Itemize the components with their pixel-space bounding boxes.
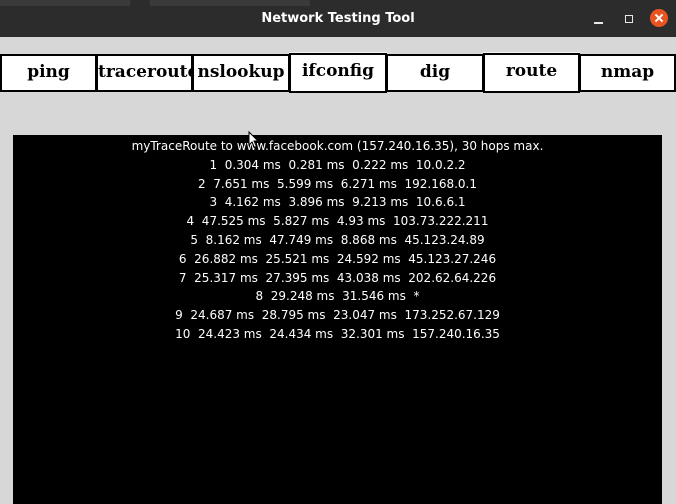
hop-line: 10 24.423 ms 24.434 ms 32.301 ms 157.240… <box>175 326 500 341</box>
hop-line: 6 26.882 ms 25.521 ms 24.592 ms 45.123.2… <box>178 251 497 266</box>
hop-line: 1 0.304 ms 0.281 ms 0.222 ms 10.0.2.2 <box>209 157 466 172</box>
hop-line: 5 8.162 ms 47.749 ms 8.868 ms 45.123.24.… <box>190 232 485 247</box>
hop-line: 3 4.162 ms 3.896 ms 9.213 ms 10.6.6.1 <box>209 195 466 210</box>
tab-nslookup[interactable]: nslookup <box>192 54 290 92</box>
traceroute-output[interactable]: myTraceRoute to www.facebook.com (157.24… <box>13 135 662 504</box>
hop-line: 8 29.248 ms 31.546 ms * <box>255 289 420 304</box>
maximize-button[interactable] <box>619 9 639 29</box>
output-header: myTraceRoute to www.facebook.com (157.24… <box>131 139 544 153</box>
maximize-icon <box>625 15 633 23</box>
tab-dig[interactable]: dig <box>386 54 484 92</box>
tool-tab-bar: ping traceroute nslookup ifconfig dig ro… <box>0 53 676 93</box>
hop-line: 7 25.317 ms 27.395 ms 43.038 ms 202.62.6… <box>178 270 497 285</box>
tab-ping[interactable]: ping <box>0 54 97 92</box>
close-button[interactable] <box>650 9 668 27</box>
hop-line: 2 7.651 ms 5.599 ms 6.271 ms 192.168.0.1 <box>198 176 477 191</box>
tab-route[interactable]: route <box>483 53 580 93</box>
tab-ifconfig[interactable]: ifconfig <box>289 53 387 93</box>
tab-traceroute[interactable]: traceroute <box>96 54 198 92</box>
minimize-icon <box>593 22 603 24</box>
window-title: Network Testing Tool <box>261 11 415 26</box>
title-bar[interactable]: Network Testing Tool <box>0 0 676 37</box>
tab-nmap[interactable]: nmap <box>579 54 676 92</box>
minimize-button[interactable] <box>588 9 608 29</box>
mouse-pointer-icon <box>248 131 260 149</box>
hop-line: 4 47.525 ms 5.827 ms 4.93 ms 103.73.222.… <box>186 214 489 229</box>
hop-line: 9 24.687 ms 28.795 ms 23.047 ms 173.252.… <box>175 308 500 323</box>
